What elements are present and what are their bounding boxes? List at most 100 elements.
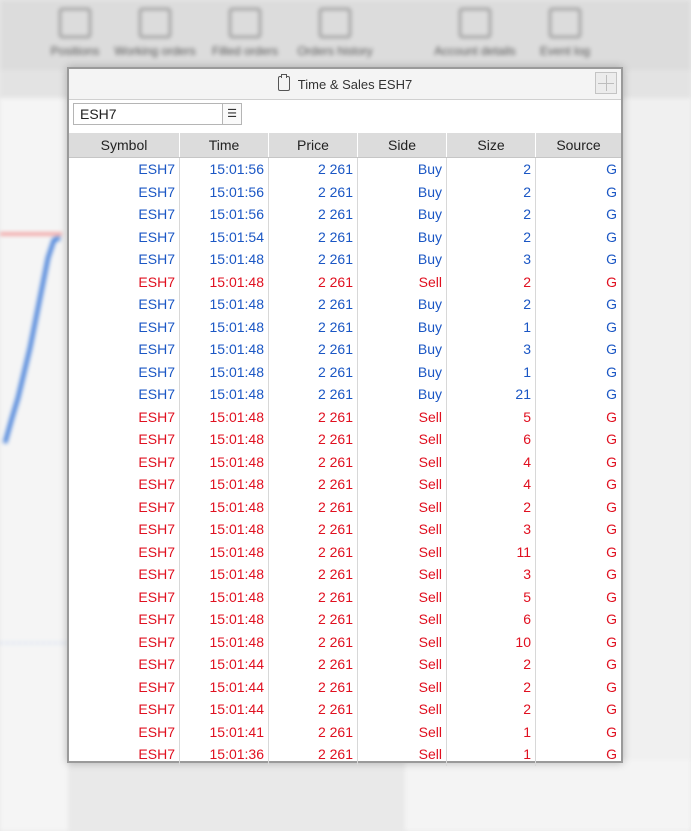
cell-price: 2 261	[268, 540, 358, 563]
filled-orders-icon	[229, 8, 261, 38]
cell-price: 2 261	[268, 360, 358, 383]
table-row[interactable]: ESH7 15:01:48 2 261 Sell 6 G	[69, 608, 621, 631]
toolbar-working-orders[interactable]: Working orders	[110, 8, 200, 58]
table-row[interactable]: ESH7 15:01:48 2 261 Sell 5 G	[69, 585, 621, 608]
column-symbol[interactable]: Symbol	[69, 133, 180, 158]
cell-price: 2 261	[268, 698, 358, 721]
table-row[interactable]: ESH7 15:01:44 2 261 Sell 2 G	[69, 675, 621, 698]
table-row[interactable]: ESH7 15:01:56 2 261 Buy 2 G	[69, 157, 621, 181]
cell-time: 15:01:48	[179, 248, 269, 271]
table-row[interactable]: ESH7 15:01:41 2 261 Sell 1 G	[69, 720, 621, 743]
table-row[interactable]: ESH7 15:01:36 2 261 Sell 1 G	[69, 743, 621, 766]
cell-size: 10	[446, 630, 536, 653]
table-row[interactable]: ESH7 15:01:48 2 261 Buy 3 G	[69, 248, 621, 271]
cell-size: 1	[446, 360, 536, 383]
toolbar-positions[interactable]: Positions	[30, 8, 120, 58]
cell-symbol: ESH7	[69, 315, 180, 338]
table-row[interactable]: ESH7 15:01:54 2 261 Buy 2 G	[69, 225, 621, 248]
cell-symbol: ESH7	[69, 405, 180, 428]
cell-price: 2 261	[268, 473, 358, 496]
cell-symbol: ESH7	[69, 653, 180, 676]
column-size[interactable]: Size	[446, 133, 536, 158]
cart-icon	[139, 8, 171, 38]
cell-source: G	[606, 656, 617, 673]
cell-side: Sell	[357, 540, 447, 563]
cell-price: 2 261	[268, 675, 358, 698]
table-row[interactable]: ESH7 15:01:48 2 261 Sell 2 G	[69, 495, 621, 518]
layout-grid-button[interactable]	[595, 72, 617, 94]
table-row[interactable]: ESH7 15:01:48 2 261 Sell 3 G	[69, 518, 621, 541]
cell-source: G	[606, 521, 617, 538]
toolbar-event-log[interactable]: Event log	[520, 8, 610, 58]
cell-time: 15:01:56	[179, 157, 269, 181]
table-row[interactable]: ESH7 15:01:44 2 261 Sell 2 G	[69, 653, 621, 676]
cell-time: 15:01:48	[179, 608, 269, 631]
cell-price: 2 261	[268, 315, 358, 338]
cell-side: Buy	[357, 360, 447, 383]
symbol-input[interactable]	[73, 103, 223, 125]
table-row[interactable]: ESH7 15:01:48 2 261 Sell 5 G	[69, 405, 621, 428]
cell-price: 2 261	[268, 270, 358, 293]
cell-time: 15:01:48	[179, 450, 269, 473]
table-row[interactable]: ESH7 15:01:48 2 261 Buy 2 G	[69, 293, 621, 316]
window-title-text: Time & Sales ESH7	[297, 77, 413, 92]
cell-symbol: ESH7	[69, 518, 180, 541]
cell-symbol: ESH7	[69, 203, 180, 226]
cell-time: 15:01:48	[179, 518, 269, 541]
cell-source: G	[606, 183, 617, 200]
cell-source: G	[606, 746, 617, 763]
cell-side: Sell	[357, 630, 447, 653]
cell-time: 15:01:48	[179, 540, 269, 563]
table-row[interactable]: ESH7 15:01:48 2 261 Sell 10 G	[69, 630, 621, 653]
table-row[interactable]: ESH7 15:01:48 2 261 Sell 3 G	[69, 563, 621, 586]
background-dom	[622, 98, 691, 831]
cell-time: 15:01:56	[179, 180, 269, 203]
positions-icon	[59, 8, 91, 38]
table-row[interactable]: ESH7 15:01:48 2 261 Sell 2 G	[69, 270, 621, 293]
table-row[interactable]: ESH7 15:01:48 2 261 Sell 4 G	[69, 450, 621, 473]
cell-size: 11	[446, 540, 536, 563]
cell-time: 15:01:41	[179, 720, 269, 743]
column-side[interactable]: Side	[357, 133, 447, 158]
table-row[interactable]: ESH7 15:01:48 2 261 Sell 6 G	[69, 428, 621, 451]
table-row[interactable]: ESH7 15:01:56 2 261 Buy 2 G	[69, 203, 621, 226]
background-bottom-panel	[405, 760, 691, 831]
column-price[interactable]: Price	[268, 133, 358, 158]
cell-source: G	[606, 611, 617, 628]
column-source[interactable]: Source	[535, 133, 621, 158]
cell-size: 2	[446, 157, 536, 181]
cell-size: 2	[446, 203, 536, 226]
toolbar-account-details[interactable]: Account details	[430, 8, 520, 58]
cell-source: G	[606, 228, 617, 245]
table-row[interactable]: ESH7 15:01:44 2 261 Sell 2 G	[69, 698, 621, 721]
table-row[interactable]: ESH7 15:01:48 2 261 Buy 1 G	[69, 315, 621, 338]
table-row[interactable]: ESH7 15:01:48 2 261 Sell 11 G	[69, 540, 621, 563]
cell-source: G	[606, 206, 617, 223]
cell-source: G	[606, 296, 617, 313]
cell-size: 3	[446, 338, 536, 361]
cell-price: 2 261	[268, 608, 358, 631]
list-icon[interactable]: ☰	[222, 103, 242, 125]
cell-source: G	[606, 341, 617, 358]
cell-side: Sell	[357, 585, 447, 608]
table-row[interactable]: ESH7 15:01:48 2 261 Buy 3 G	[69, 338, 621, 361]
cell-price: 2 261	[268, 248, 358, 271]
column-time[interactable]: Time	[179, 133, 269, 158]
table-row[interactable]: ESH7 15:01:48 2 261 Sell 4 G	[69, 473, 621, 496]
cell-price: 2 261	[268, 293, 358, 316]
table-row[interactable]: ESH7 15:01:56 2 261 Buy 2 G	[69, 180, 621, 203]
toolbar-orders-history[interactable]: Orders history	[290, 8, 380, 58]
cell-time: 15:01:54	[179, 225, 269, 248]
toolbar-filled-orders[interactable]: Filled orders	[200, 8, 290, 58]
cell-source: G	[606, 386, 617, 403]
table-row[interactable]: ESH7 15:01:48 2 261 Buy 21 G	[69, 383, 621, 406]
window-titlebar[interactable]: Time & Sales ESH7	[69, 69, 621, 100]
table-row[interactable]: ESH7 15:01:48 2 261 Buy 1 G	[69, 360, 621, 383]
table-header-row: Symbol Time Price Side Size Source	[69, 133, 621, 158]
cell-symbol: ESH7	[69, 180, 180, 203]
time-and-sales-window[interactable]: Time & Sales ESH7 ☰ Symbol Time Price Si…	[67, 67, 623, 766]
cell-source: G	[606, 633, 617, 650]
cell-side: Buy	[357, 293, 447, 316]
trades-table: Symbol Time Price Side Size Source ESH7 1…	[69, 133, 621, 766]
cell-time: 15:01:48	[179, 338, 269, 361]
